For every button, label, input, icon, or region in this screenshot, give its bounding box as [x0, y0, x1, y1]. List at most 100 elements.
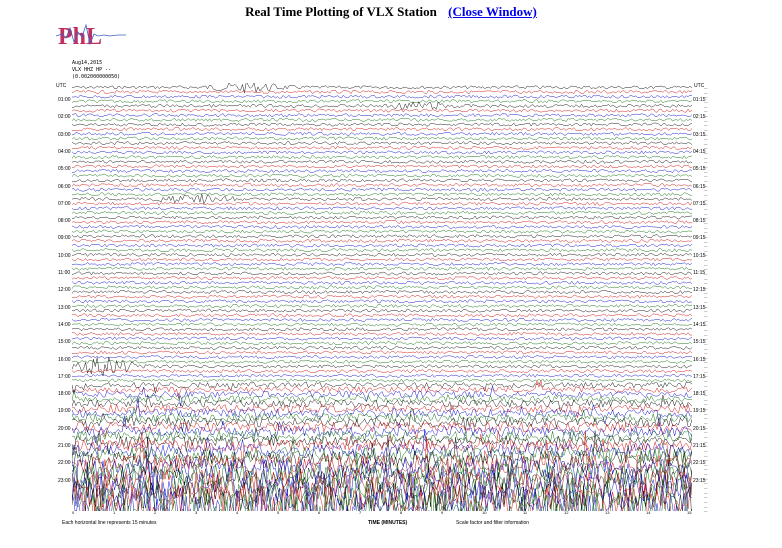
hour-label-left: 02:00	[58, 114, 71, 121]
helicorder-plot	[72, 83, 692, 511]
trace-scale-mark: —	[704, 137, 708, 142]
hour-label-left: 08:00	[58, 218, 71, 225]
seismic-trace	[72, 262, 692, 267]
hour-label-left: 12:00	[58, 287, 71, 294]
trace-scale-mark: —	[704, 509, 708, 514]
trace-scale-mark: —	[704, 132, 708, 137]
minute-axis: 0 1 2 3 4 5 6 7 8 9 10 11 12 13 14 15	[72, 510, 692, 518]
seismic-trace	[72, 173, 692, 178]
seismic-trace	[72, 90, 692, 94]
trace-scale-mark: —	[704, 225, 708, 230]
trace-scale-mark: —	[704, 365, 708, 370]
seismic-trace	[72, 183, 692, 187]
trace-scale-mark: —	[704, 183, 708, 188]
trace-scale-mark: —	[704, 411, 708, 416]
seismic-trace	[72, 331, 692, 336]
trace-scale-mark: —	[704, 355, 708, 360]
hour-label-left: 05:00	[58, 166, 71, 173]
seismic-trace	[72, 187, 692, 192]
seismic-trace	[72, 99, 692, 104]
seismic-trace	[72, 318, 692, 322]
hour-label-left: 01:00	[58, 97, 71, 103]
seismic-trace	[72, 299, 692, 304]
seismic-trace	[72, 350, 692, 355]
trace-scale-mark: —	[704, 109, 708, 114]
trace-scale-mark: —	[704, 253, 708, 258]
seismic-trace	[72, 201, 692, 206]
seismic-trace	[72, 341, 692, 346]
trace-scale-mark: —	[704, 239, 708, 244]
minute-tick-label: 2	[154, 510, 157, 515]
hour-label-left: 21:00	[58, 443, 71, 449]
seismic-trace	[72, 234, 692, 239]
trace-scale-mark: —	[704, 318, 708, 323]
seismic-trace	[72, 276, 692, 281]
seismic-trace	[72, 271, 692, 276]
hour-label-left: 19:00	[58, 408, 71, 415]
trace-scale-mark: —	[704, 174, 708, 179]
seismic-trace	[72, 108, 692, 113]
seismic-trace	[72, 313, 692, 318]
trace-scale-mark: —	[704, 220, 708, 225]
seismic-trace	[72, 327, 692, 332]
trace-scale-mark: —	[704, 146, 708, 151]
minute-tick-label: 12	[564, 510, 569, 515]
trace-scale-mark: —	[704, 383, 708, 388]
seismic-trace	[72, 243, 692, 248]
hour-label-left: 22:00	[58, 460, 71, 467]
x-axis-label: TIME (MINUTES)	[368, 520, 408, 526]
hour-label-left: 07:00	[58, 200, 71, 207]
trace-scale-mark: —	[704, 453, 708, 458]
hour-label-left: 03:00	[58, 131, 71, 138]
seismic-trace	[72, 215, 692, 220]
trace-scale-mark: —	[704, 230, 708, 235]
seismic-trace	[72, 238, 692, 243]
trace-scale-mark: —	[704, 95, 708, 100]
trace-scale-mark: —	[704, 369, 708, 374]
trace-scale-mark: —	[704, 439, 708, 444]
station-metadata: Aug14,2015 VLX HHZ HP -- (0.002000000050…	[72, 60, 120, 81]
trace-scale-mark: —	[704, 151, 708, 156]
trace-scale-mark: —	[704, 127, 708, 132]
trace-scale-mark: —	[704, 300, 708, 304]
close-window-link[interactable]: (Close Window)	[448, 4, 537, 19]
seismic-trace	[72, 178, 692, 183]
trace-scale-mark: —	[704, 141, 708, 146]
hour-label-left: 13:00	[58, 304, 71, 311]
hour-label-left: 18:00	[58, 391, 71, 398]
trace-scale-mark: —	[704, 234, 708, 239]
seismic-trace	[72, 131, 692, 136]
trace-scale-mark: —	[704, 462, 708, 467]
utc-label-right: UTC	[694, 83, 705, 89]
trace-scale-mark: —	[704, 90, 708, 95]
seismic-trace	[72, 369, 692, 374]
trace-scale-mark: —	[704, 448, 708, 453]
trace-scale-mark: —	[704, 169, 708, 174]
trace-scale-mark: —	[704, 86, 708, 90]
trace-scale-mark: —	[704, 425, 708, 430]
trace-scale-mark: —	[704, 258, 708, 263]
trace-scale-mark: —	[704, 276, 708, 281]
trace-scale-mark: —	[704, 206, 708, 211]
seismic-trace	[72, 336, 692, 341]
trace-scale-mark: —	[704, 481, 708, 486]
phl-logo-icon: PhL	[56, 23, 126, 50]
seismic-trace	[72, 229, 692, 234]
seismic-trace	[72, 355, 692, 360]
footer-left-note: Each horizontal line represents 15 minut…	[62, 520, 157, 526]
seismic-trace	[72, 220, 692, 225]
seismic-trace	[72, 136, 692, 141]
trace-scale-mark: —	[704, 160, 708, 165]
seismic-trace	[72, 385, 692, 407]
minute-tick-label: 6	[318, 510, 321, 515]
trace-scale-mark: —	[704, 211, 708, 216]
seismic-trace	[72, 408, 692, 433]
footer-right-note: Scale factor and filter information	[456, 520, 530, 526]
trace-scale-mark: —	[704, 304, 708, 309]
hour-label-left: 17:00	[58, 373, 71, 380]
seismic-trace	[72, 257, 692, 262]
minute-tick-label: 5	[277, 510, 280, 515]
trace-scale-mark: —	[704, 476, 708, 481]
trace-scale-mark: —	[704, 360, 708, 365]
seismic-trace	[72, 308, 692, 313]
